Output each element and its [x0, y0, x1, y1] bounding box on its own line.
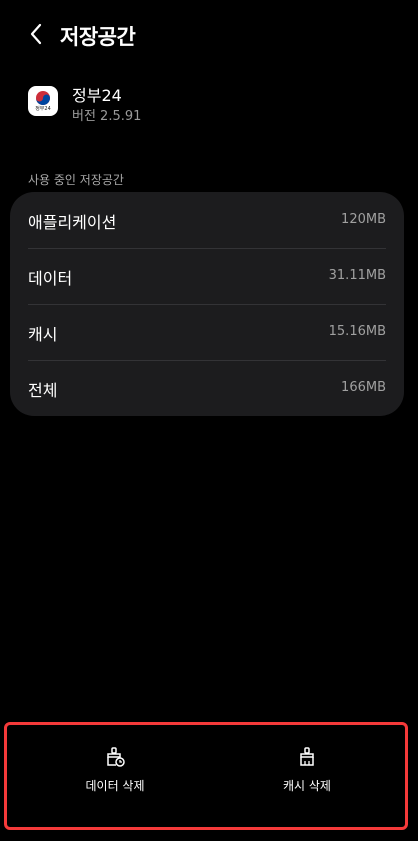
storage-screen: 저장공간 정부24 정부24 버전 2.5.91 사용 중인 저장공간 애플리케…: [0, 0, 418, 841]
storage-row-application: 애플리케이션 120MB: [28, 192, 386, 248]
storage-row-total: 전체 166MB: [28, 360, 386, 416]
row-value: 15.16MB: [328, 324, 386, 339]
clear-cache-button[interactable]: 캐시 삭제: [232, 745, 382, 805]
broom-clear-data-icon: [107, 747, 125, 767]
back-button[interactable]: [22, 20, 50, 48]
page-title: 저장공간: [60, 25, 136, 49]
chevron-left-icon: [30, 23, 42, 45]
app-name: 정부24: [72, 86, 122, 105]
row-label: 캐시: [28, 325, 58, 344]
storage-row-data: 데이터 31.11MB: [28, 248, 386, 304]
bottom-action-bar: 데이터 삭제 캐시 삭제: [4, 722, 408, 830]
app-info: 정부24 정부24 버전 2.5.91: [24, 80, 394, 124]
broom-icon: [300, 747, 314, 766]
row-label: 데이터: [28, 269, 73, 288]
row-label: 전체: [28, 381, 58, 400]
row-value: 31.11MB: [328, 268, 386, 283]
row-value: 120MB: [341, 212, 386, 227]
row-label: 애플리케이션: [28, 213, 117, 232]
clear-data-label: 데이터 삭제: [85, 779, 145, 793]
clear-cache-label: 캐시 삭제: [283, 779, 331, 793]
taegeuk-logo-icon: [36, 91, 50, 105]
app-version: 버전 2.5.91: [72, 109, 142, 124]
app-icon: 정부24: [28, 86, 58, 116]
row-value: 166MB: [341, 380, 386, 395]
storage-row-cache: 캐시 15.16MB: [28, 304, 386, 360]
header: 저장공간: [0, 14, 418, 56]
section-label: 사용 중인 저장공간: [28, 173, 124, 187]
app-icon-caption: 정부24: [35, 106, 51, 112]
clear-data-button[interactable]: 데이터 삭제: [40, 745, 190, 805]
storage-card: 애플리케이션 120MB 데이터 31.11MB 캐시 15.16MB 전체 1…: [10, 192, 404, 416]
